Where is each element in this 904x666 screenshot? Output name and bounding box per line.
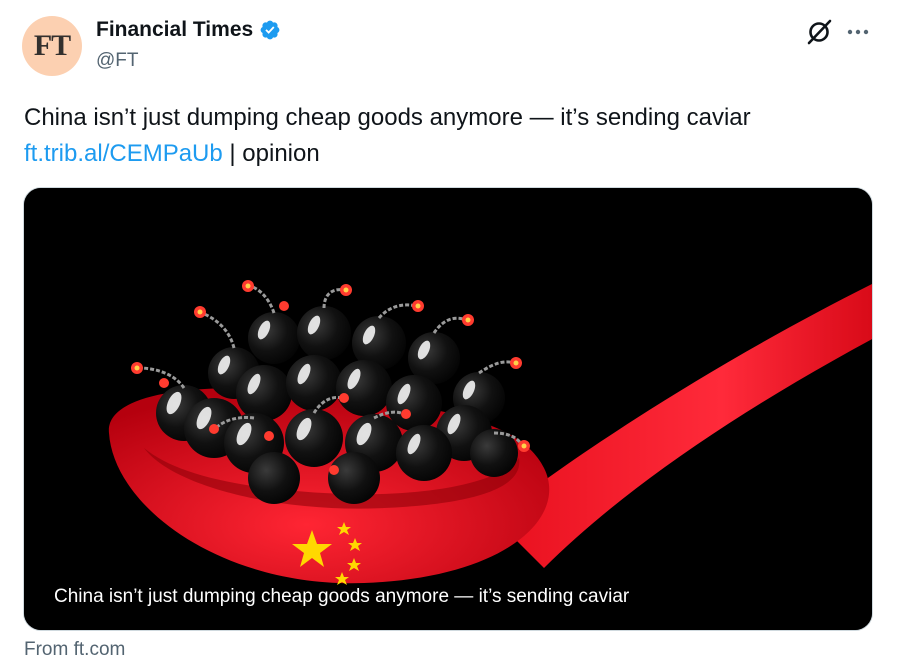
tweet-link[interactable]: ft.trib.al/CEMPaUb [24,140,223,167]
more-options-icon [847,29,869,35]
author-handle[interactable]: @FT [96,50,139,72]
avatar-logo-text: FT [33,29,71,62]
grok-button[interactable] [805,18,833,46]
tweet-text-suffix: | opinion [222,140,320,167]
avatar[interactable]: FT [22,16,82,76]
grok-icon [807,19,832,45]
tweet-text: China isn’t just dumping cheap goods any… [24,104,751,131]
author-name-row: Financial Times [96,18,281,42]
author-display-name[interactable]: Financial Times [96,18,253,42]
link-card[interactable]: China isn’t just dumping cheap goods any… [23,187,873,631]
card-source[interactable]: From ft.com [24,639,125,661]
verified-badge-icon [260,20,280,40]
card-caption: China isn’t just dumping cheap goods any… [54,586,630,607]
card-image [24,188,872,630]
tweet-body: China isn’t just dumping cheap goods any… [24,100,884,172]
more-options-button[interactable] [844,18,872,46]
